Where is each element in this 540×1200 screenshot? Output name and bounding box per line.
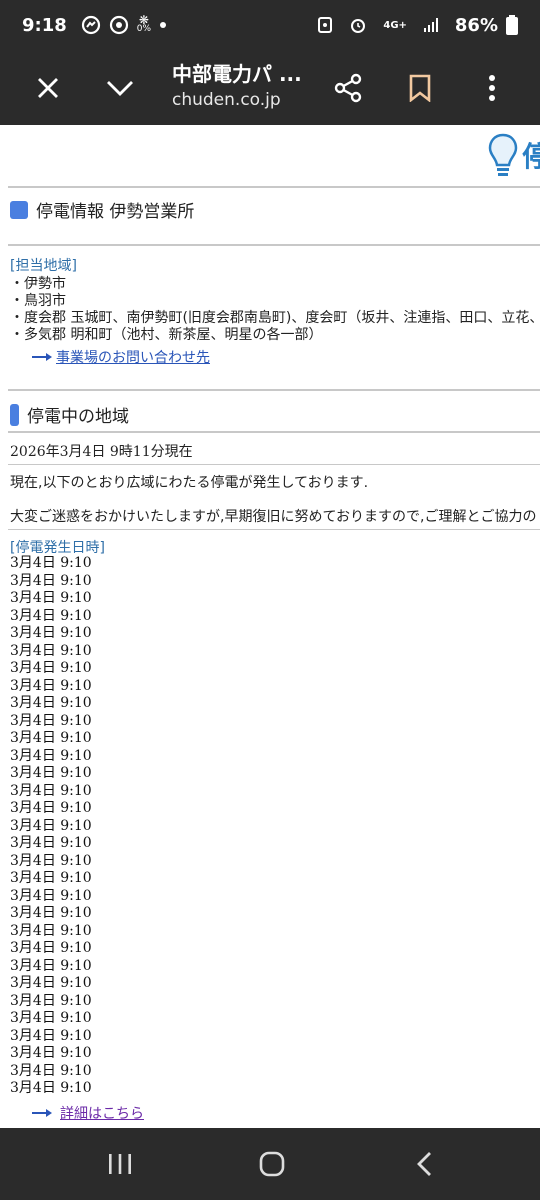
outage-time-item: 3月4日 9:10 bbox=[10, 975, 92, 991]
contact-link-row: 事業場のお問い合わせ先 bbox=[32, 347, 210, 367]
alarm-icon bbox=[349, 16, 367, 34]
office-heading: 停電情報 伊勢営業所 bbox=[10, 197, 194, 222]
divider bbox=[8, 244, 540, 246]
divider bbox=[8, 389, 540, 391]
as-of-timestamp: 2026年3月4日 9時11分現在 bbox=[10, 444, 193, 460]
messenger-icon bbox=[81, 15, 101, 35]
detail-link-row: 詳細はこちら bbox=[32, 1103, 144, 1123]
chevron-down-icon bbox=[107, 81, 133, 96]
data-saver-icon: ❋ 0% bbox=[136, 13, 152, 34]
share-button[interactable] bbox=[320, 60, 376, 116]
bookmark-button[interactable] bbox=[392, 60, 448, 116]
battery-percent: 86% bbox=[454, 14, 498, 36]
divider bbox=[8, 529, 540, 530]
battery-icon bbox=[506, 15, 518, 35]
outage-time-item: 3月4日 9:10 bbox=[10, 905, 92, 921]
recent-apps-button[interactable] bbox=[90, 1140, 150, 1188]
area-label: [担当地域] bbox=[10, 258, 77, 274]
outage-time-item: 3月4日 9:10 bbox=[10, 1080, 92, 1096]
notification-dot-icon bbox=[159, 21, 167, 29]
outage-time-item: 3月4日 9:10 bbox=[10, 765, 92, 781]
outage-time-item: 3月4日 9:10 bbox=[10, 607, 92, 624]
outage-time-item: 3月4日 9:10 bbox=[10, 940, 92, 956]
outage-time-item: 3月4日 9:10 bbox=[10, 572, 92, 589]
bar-bullet-icon bbox=[10, 403, 19, 426]
back-button[interactable] bbox=[394, 1140, 454, 1188]
outage-time-item: 3月4日 9:10 bbox=[10, 852, 92, 869]
page-url: chuden.co.jp bbox=[172, 90, 281, 110]
outage-time-item: 3月4日 9:10 bbox=[10, 555, 92, 571]
outage-time-list: 3月4日 9:10 3月4日 9:10 3月4日 9:10 3月4日 9:10 3月4日… bbox=[10, 555, 92, 1098]
divider bbox=[8, 464, 540, 465]
outage-time-item: 3月4日 9:10 bbox=[10, 642, 92, 659]
recent-apps-icon bbox=[109, 1154, 131, 1174]
web-content[interactable]: 停 停電情報 伊勢営業所 [担当地域] ・伊勢市 ・鳥羽市 ・度会郡 玉城町、南… bbox=[0, 125, 540, 1128]
logo-text: 停 bbox=[522, 140, 540, 173]
square-bullet-icon bbox=[10, 200, 28, 219]
outage-time-item: 3月4日 9:10 bbox=[10, 1062, 92, 1079]
signal-icon bbox=[423, 17, 439, 33]
outage-time-item: 3月4日 9:10 bbox=[10, 835, 92, 851]
outage-time-item: 3月4日 9:10 bbox=[10, 817, 92, 834]
network-type-icon: 4G+ bbox=[383, 19, 407, 31]
outage-time-item: 3月4日 9:10 bbox=[10, 625, 92, 641]
outage-time-item: 3月4日 9:10 bbox=[10, 992, 92, 1009]
contact-link[interactable]: 事業場のお問い合わせ先 bbox=[56, 347, 210, 367]
divider bbox=[8, 186, 540, 188]
status-time: 9:18 bbox=[22, 14, 67, 36]
close-tab-button[interactable] bbox=[20, 60, 76, 116]
outage-time-item: 3月4日 9:10 bbox=[10, 712, 92, 729]
arrow-right-icon bbox=[32, 353, 52, 361]
detail-link[interactable]: 詳細はこちら bbox=[60, 1103, 144, 1123]
outage-time-item: 3月4日 9:10 bbox=[10, 870, 92, 886]
outage-title: 停電中の地域 bbox=[27, 407, 129, 427]
bookmark-icon bbox=[409, 74, 431, 102]
outage-time-item: 3月4日 9:10 bbox=[10, 590, 92, 606]
home-button[interactable] bbox=[242, 1140, 302, 1188]
more-vert-icon bbox=[489, 75, 495, 101]
outage-notice: 大変ご迷惑をおかけいたしますが,早期復旧に努めておりますので,ご理解とご協力の bbox=[10, 509, 537, 525]
chrome-icon bbox=[109, 15, 129, 35]
close-icon bbox=[38, 78, 58, 98]
home-icon bbox=[259, 1151, 285, 1177]
outage-time-item: 3月4日 9:10 bbox=[10, 887, 92, 904]
office-title: 停電情報 伊勢営業所 bbox=[36, 202, 195, 222]
data-saver-value: 0% bbox=[136, 24, 152, 34]
system-nav-bar bbox=[0, 1128, 540, 1200]
screenshot-icon bbox=[317, 16, 333, 34]
more-options-button[interactable] bbox=[464, 60, 520, 116]
outage-time-item: 3月4日 9:10 bbox=[10, 957, 92, 974]
outage-time-item: 3月4日 9:10 bbox=[10, 695, 92, 711]
outage-time-item: 3月4日 9:10 bbox=[10, 660, 92, 676]
outage-time-item: 3月4日 9:10 bbox=[10, 782, 92, 799]
time-label: [停電発生日時] bbox=[10, 540, 105, 556]
outage-notice: 現在,以下のとおり広域にわたる停電が発生しております. bbox=[10, 475, 369, 491]
outage-time-item: 3月4日 9:10 bbox=[10, 1027, 92, 1044]
area-item: ・多気郡 明和町（池村、新茶屋、明星の各一部） bbox=[10, 327, 323, 343]
arrow-right-icon bbox=[32, 1109, 52, 1117]
lightbulb-icon bbox=[488, 133, 518, 176]
outage-time-item: 3月4日 9:10 bbox=[10, 1010, 92, 1026]
outage-time-item: 3月4日 9:10 bbox=[10, 747, 92, 764]
browser-toolbar: 中部電力パ ... chuden.co.jp bbox=[0, 50, 540, 125]
page-title: 中部電力パ ... bbox=[172, 62, 302, 86]
outage-time-item: 3月4日 9:10 bbox=[10, 677, 92, 694]
outage-time-item: 3月4日 9:10 bbox=[10, 800, 92, 816]
back-icon bbox=[417, 1152, 431, 1176]
outage-time-item: 3月4日 9:10 bbox=[10, 922, 92, 939]
divider bbox=[8, 431, 540, 433]
outage-time-item: 3月4日 9:10 bbox=[10, 730, 92, 746]
outage-time-item: 3月4日 9:10 bbox=[10, 1045, 92, 1061]
share-icon bbox=[334, 73, 362, 103]
minimize-button[interactable] bbox=[92, 60, 148, 116]
status-bar: 9:18 ❋ 0% 4G+ 86% bbox=[0, 0, 540, 50]
site-logo[interactable]: 停 bbox=[488, 133, 540, 177]
outage-heading: 停電中の地域 bbox=[10, 402, 129, 427]
